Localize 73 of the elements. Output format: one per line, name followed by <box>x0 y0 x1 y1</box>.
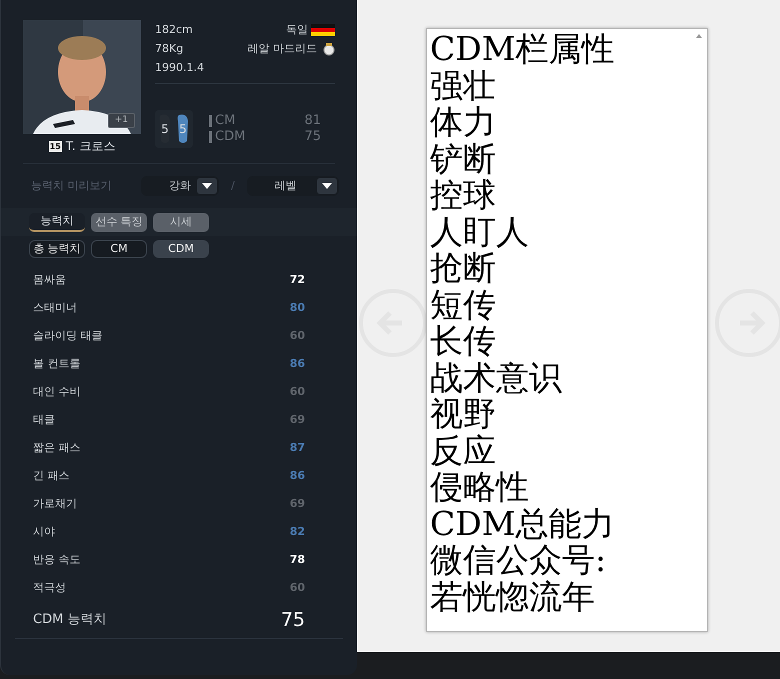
tab[interactable]: 시세 <box>153 213 209 232</box>
stat-value: 60 <box>290 580 305 596</box>
text-line: 反应 <box>430 432 496 469</box>
total-value: 75 <box>280 608 305 633</box>
text-line: 控球 <box>430 177 496 214</box>
text-line: 强壮 <box>430 68 496 104</box>
level-dropdown[interactable]: 레벨 <box>246 176 339 196</box>
upgrade-badge: +1 <box>108 112 135 128</box>
club-text: 레알 마드리드 <box>248 41 317 57</box>
foot-rating: 5 <box>160 121 170 138</box>
stat-name: 시야 <box>33 524 55 540</box>
stat-name: 볼 컨트롤 <box>33 356 80 372</box>
text-line: 抢断 <box>430 250 496 286</box>
text-line: 铲断 <box>430 140 496 177</box>
stat-value: 80 <box>290 300 305 316</box>
text-line: CDM总能力 <box>430 506 614 542</box>
stat-value: 60 <box>290 384 305 400</box>
text-line: 微信公众号: <box>430 542 606 578</box>
arrow-left-icon <box>358 288 428 358</box>
scroll-up-icon <box>696 34 702 38</box>
stat-name: 적극성 <box>33 580 66 596</box>
stat-name: 슬라이딩 태클 <box>33 328 102 344</box>
tab[interactable]: 선수 특징 <box>91 213 147 232</box>
stat-name: 반응 속도 <box>33 552 80 568</box>
foot-rating: 5 <box>178 121 188 138</box>
separator-text: / <box>231 178 235 194</box>
text-line: 人盯人 <box>430 214 529 250</box>
weight-text: 78Kg <box>155 41 184 57</box>
position-name: CM <box>215 113 236 129</box>
text-line: 若恍惚流年 <box>430 578 595 615</box>
stat-value: 69 <box>290 412 305 428</box>
caret-icon <box>197 178 217 194</box>
enhance-dropdown[interactable]: 강화 <box>141 176 219 196</box>
text-line: 视野 <box>430 396 496 432</box>
position-rating: 75 <box>304 129 321 145</box>
stat-value: 69 <box>290 496 305 512</box>
preview-label: 능력치 미리보기 <box>31 178 112 194</box>
crest-icon <box>323 42 335 56</box>
stat-name: 가로채기 <box>33 496 77 512</box>
stat-value: 78 <box>290 552 305 568</box>
stat-value: 86 <box>290 356 305 372</box>
height-text: 182cm <box>155 22 194 38</box>
flag-icon <box>311 24 335 36</box>
text-line: 体力 <box>430 104 496 140</box>
stat-name: 대인 수비 <box>33 384 80 400</box>
text-line: 短传 <box>430 286 496 323</box>
stat-name: 스태미너 <box>33 300 77 316</box>
filter-tab[interactable]: 총 능력치 <box>29 240 85 258</box>
stat-value: 60 <box>290 328 305 344</box>
tab[interactable]: 능력치 <box>29 213 85 232</box>
filter-tab[interactable]: CM <box>91 240 147 258</box>
position-rating: 81 <box>304 113 321 129</box>
stat-name: 긴 패스 <box>33 468 70 484</box>
text-line: CDM栏属性 <box>430 31 614 68</box>
stat-name: 태클 <box>33 412 55 428</box>
nation-text: 독일 <box>286 22 308 38</box>
stat-name: 몸싸움 <box>33 272 66 288</box>
total-label: CDM 능력치 <box>33 611 106 630</box>
stat-name: 짧은 패스 <box>33 440 80 456</box>
player-name: T. 크로스 <box>66 138 116 155</box>
filter-tab[interactable]: CDM <box>153 240 209 258</box>
text-line: 战术意识 <box>430 360 562 396</box>
stat-value: 87 <box>290 440 305 456</box>
jersey-number: 15 <box>48 140 62 152</box>
stat-value: 86 <box>290 468 305 484</box>
text-area[interactable]: CDM栏属性 强壮 体力 铲断 控球 人盯人 抢断 短传 长传 战术意识 视野 反应 侵略性 CDM总能力 微信公众号: 若恍惚流年 <box>426 28 708 632</box>
text-line: 侵略性 <box>430 469 529 506</box>
position-name: CDM <box>215 129 246 145</box>
stat-value: 82 <box>290 524 305 540</box>
stat-value: 72 <box>290 272 305 288</box>
birth-date: 1990.1.4 <box>155 60 204 76</box>
caret-icon <box>316 178 337 194</box>
text-line: 长传 <box>430 323 496 360</box>
